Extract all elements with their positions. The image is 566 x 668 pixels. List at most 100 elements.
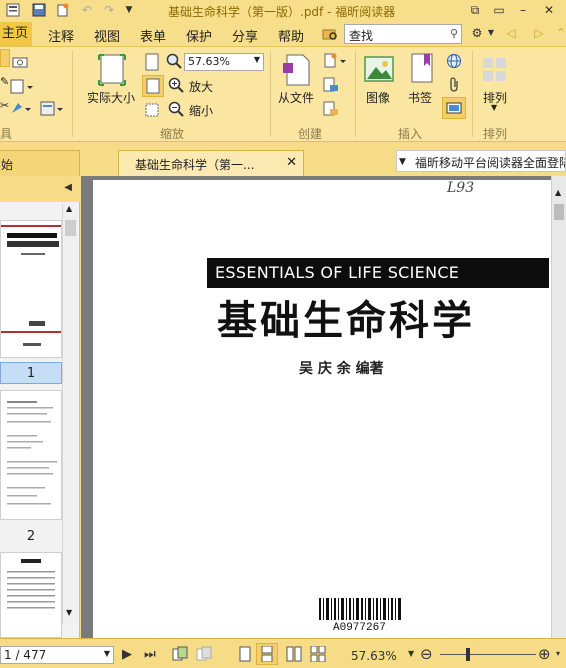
menu-form[interactable]: 表单 (140, 26, 166, 45)
camera-icon[interactable] (12, 55, 28, 69)
restore-icon[interactable]: ⧉ (466, 2, 484, 18)
web-link-globe-icon[interactable] (446, 53, 462, 69)
from-file-icon[interactable] (283, 53, 313, 87)
settings-dropdown-icon[interactable]: ▼ (482, 25, 500, 41)
bookmark-icon[interactable] (410, 53, 434, 85)
search-input[interactable]: 查找 ⚲ (344, 24, 462, 44)
document-view[interactable]: L93 ESSENTIALS OF LIFE SCIENCE 基础生命科学 吴 … (81, 176, 566, 640)
fit-width-icon[interactable] (146, 78, 160, 94)
chevron-down-icon[interactable]: ▼ (104, 649, 110, 658)
zoom-magnifier-icon[interactable] (166, 53, 182, 69)
zoom-dropdown-icon[interactable]: ▼ (408, 649, 414, 658)
document-scrollbar-thumb[interactable] (554, 204, 564, 220)
collapse-panel-icon[interactable]: ◀ (64, 182, 72, 193)
fit-visible-icon[interactable] (144, 102, 160, 118)
find-folder-icon[interactable] (322, 27, 338, 41)
tab-document[interactable]: 基础生命科学（第一... ✕ (118, 150, 304, 176)
last-page-icon[interactable]: ⏭ (144, 647, 156, 662)
group-label-tools: 具 (0, 127, 13, 141)
status-zoom-value[interactable]: 57.63% (351, 649, 397, 663)
snapshot-tool-icon[interactable]: ✂ (0, 99, 9, 112)
group-label-arrange: 排列 (483, 127, 508, 141)
create-blank-icon[interactable] (322, 53, 348, 69)
menu-protect[interactable]: 保护 (186, 26, 212, 45)
tab-start[interactable]: 始 (0, 150, 80, 176)
scroll-down-icon[interactable]: ▼ (66, 608, 72, 617)
thumbnail-scrollbar[interactable]: ▲ ▼ (62, 204, 78, 624)
close-window-button[interactable]: ✕ (540, 2, 558, 18)
menu-view[interactable]: 视图 (94, 26, 120, 45)
minimize-button[interactable]: – (514, 2, 532, 18)
page-thumbnail-1[interactable] (0, 220, 62, 358)
page-thumbnail-number-2[interactable]: 2 (0, 526, 62, 548)
zoom-out-label[interactable]: 缩小 (189, 102, 213, 119)
zoom-slider-handle[interactable] (466, 648, 470, 661)
notice-dropdown-icon[interactable]: ▼ (399, 157, 406, 167)
page-thumbnail-3[interactable] (0, 552, 62, 638)
ribbon-collapse-icon[interactable]: ⌃ (552, 25, 566, 41)
image-icon[interactable] (364, 55, 394, 85)
continuous-facing-view-icon[interactable] (310, 646, 326, 662)
status-more-icon[interactable]: ▾ (556, 649, 560, 658)
single-page-view-icon[interactable] (238, 646, 252, 662)
create-from-scanner-icon[interactable] (322, 77, 340, 93)
fit-page-icon[interactable] (144, 53, 160, 71)
zoom-in-icon[interactable] (168, 77, 184, 93)
new-file-icon[interactable] (56, 3, 70, 17)
clipboard-dropdown-icon[interactable] (10, 79, 34, 95)
book-subtitle-banner: ESSENTIALS OF LIFE SCIENCE (207, 258, 549, 288)
actual-size-label[interactable]: 实际大小 (87, 89, 135, 106)
tab-document-label: 基础生命科学（第一... (135, 158, 255, 172)
select-text-icon[interactable]: ✎ (0, 75, 9, 88)
image-label[interactable]: 图像 (366, 89, 390, 106)
scroll-up-icon[interactable]: ▲ (66, 204, 72, 213)
menu-home[interactable]: 主页 (0, 22, 33, 46)
notice-banner[interactable]: ▼ 福昕移动平台阅读器全面登陆 (396, 150, 566, 172)
nav-forward-icon[interactable]: ▷ (530, 25, 548, 41)
zoom-in-circle-icon[interactable]: ⊕ (538, 645, 551, 663)
menu-help[interactable]: 帮助 (278, 26, 304, 45)
zoom-out-icon[interactable] (168, 101, 184, 117)
document-scrollbar[interactable]: ▲ (551, 176, 566, 638)
next-view-icon[interactable] (196, 646, 212, 662)
zoom-slider-track[interactable] (440, 654, 536, 655)
page-thumbnail-2[interactable] (0, 390, 62, 520)
page-thumbnail-number-1[interactable]: 1 (0, 362, 62, 384)
thumbnail-scrollbar-thumb[interactable] (65, 220, 76, 236)
scroll-up-icon[interactable]: ▲ (555, 188, 561, 197)
from-file-label[interactable]: 从文件 (278, 89, 314, 106)
nav-back-icon[interactable]: ◁ (502, 25, 520, 41)
create-from-clipboard-icon[interactable] (322, 101, 340, 117)
quick-access-dropdown-icon[interactable]: ▼ (120, 2, 138, 18)
next-page-icon[interactable]: ▶ (122, 647, 132, 662)
page-thumbnail-image (7, 559, 55, 609)
zoom-percentage-select[interactable]: 57.63% ▼ (184, 53, 264, 71)
menu-comment[interactable]: 注释 (48, 26, 74, 45)
arrange-icon[interactable] (482, 57, 508, 83)
undo-icon[interactable]: ↶ (78, 2, 96, 18)
actual-size-icon[interactable] (96, 53, 128, 87)
arrange-dropdown-icon[interactable]: ▼ (491, 103, 497, 112)
hand-tool-highlight[interactable] (0, 49, 10, 67)
minimize-icon[interactable]: ▭ (490, 2, 508, 18)
zoom-out-circle-icon[interactable]: ⊖ (420, 645, 433, 663)
menu-share[interactable]: 分享 (232, 26, 258, 45)
page-number-input[interactable]: 1 / 477 ▼ (0, 646, 114, 664)
app-logo-icon[interactable] (6, 3, 20, 17)
save-icon[interactable] (32, 3, 46, 17)
close-tab-icon[interactable]: ✕ (286, 155, 297, 170)
chevron-down-icon[interactable]: ▼ (254, 55, 260, 64)
redo-icon[interactable]: ↷ (100, 2, 118, 18)
zoom-in-label[interactable]: 放大 (189, 78, 213, 95)
previous-view-icon[interactable] (172, 646, 188, 662)
file-attachment-icon[interactable] (447, 77, 461, 93)
bookmark-label[interactable]: 书签 (408, 89, 432, 106)
page-thumbnail-image (1, 225, 61, 346)
fill-sign-icon[interactable] (40, 101, 64, 117)
video-film-icon[interactable] (446, 102, 462, 114)
window-title: 基础生命科学（第一版）.pdf - 福昕阅读器 (168, 5, 396, 19)
typewriter-icon[interactable] (10, 101, 32, 117)
facing-view-icon[interactable] (286, 646, 302, 662)
continuous-view-icon[interactable] (260, 646, 274, 662)
search-icon[interactable]: ⚲ (450, 27, 458, 40)
